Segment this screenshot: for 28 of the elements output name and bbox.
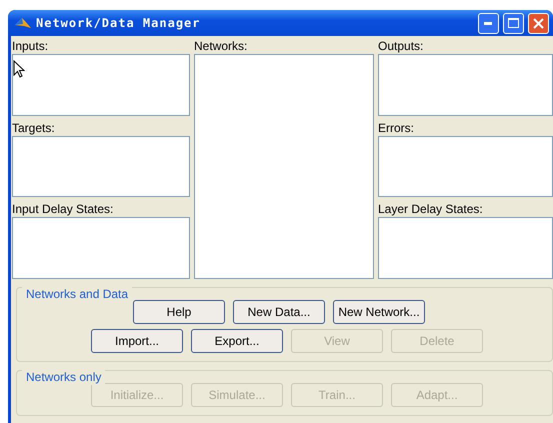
push-button[interactable]: Import...: [91, 329, 183, 353]
mouse-pointer-icon: [13, 60, 25, 78]
list-label: Targets:: [12, 120, 55, 136]
list-box[interactable]: [12, 217, 190, 279]
list-box[interactable]: [378, 217, 553, 279]
window-title: Network/Data Manager: [36, 16, 202, 30]
app-logo-icon: [14, 15, 32, 31]
list-label: Outputs:: [378, 38, 424, 54]
push-button[interactable]: New Network...: [333, 300, 425, 324]
minimize-button[interactable]: [478, 12, 499, 34]
minimize-icon: [484, 22, 493, 24]
push-button[interactable]: Help: [133, 300, 225, 324]
close-button[interactable]: [528, 12, 549, 34]
list-box[interactable]: [378, 54, 553, 116]
group-title: Networks only: [22, 370, 106, 385]
list-label: Errors:: [378, 120, 414, 136]
close-icon: [533, 18, 544, 28]
push-button[interactable]: New Data...: [233, 300, 325, 324]
list-label: Networks:: [194, 38, 248, 54]
list-label: Input Delay States:: [12, 201, 114, 218]
list-label: Layer Delay States:: [378, 201, 483, 218]
list-box[interactable]: [378, 136, 553, 198]
maximize-button[interactable]: [503, 12, 524, 34]
maximize-icon: [508, 18, 519, 28]
list-box[interactable]: [12, 136, 190, 198]
list-box[interactable]: [12, 54, 190, 116]
push-button[interactable]: Export...: [191, 329, 283, 353]
list-label: Inputs:: [12, 38, 48, 54]
